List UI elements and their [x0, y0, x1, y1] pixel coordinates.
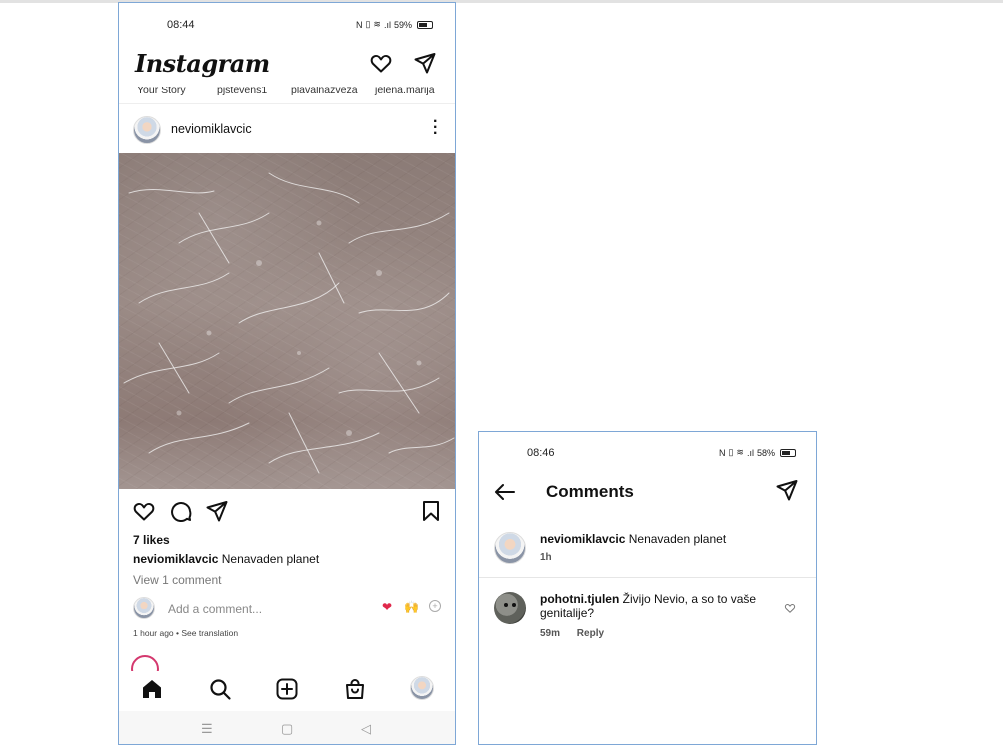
add-reaction-icon[interactable]: +: [429, 600, 441, 612]
post-photo[interactable]: [119, 153, 455, 489]
vibrate-icon: ▯: [728, 447, 734, 457]
caption-comment: neviomiklavcic Nenavaden planet 1h: [479, 532, 816, 572]
divider: [479, 577, 816, 578]
avatar: [133, 597, 155, 619]
comment-meta: 59m Reply: [540, 628, 618, 639]
comment-text: pohotni.tjulen Živijo Nevio, a so to vaš…: [540, 592, 780, 620]
instagram-logo[interactable]: Instagram: [135, 49, 270, 78]
post-timestamp: 1 hour ago • See translation: [133, 628, 238, 638]
comment-age: 59m: [540, 628, 561, 639]
status-time: 08:44: [167, 19, 195, 31]
comment-username[interactable]: neviomiklavcic: [540, 532, 625, 546]
hair-texture: [123, 172, 455, 474]
status-bar: 08:46 N ▯ ≋ .ıl 58%: [479, 432, 816, 472]
heart-icon[interactable]: [369, 51, 393, 75]
share-send-icon[interactable]: [205, 499, 229, 523]
divider: [119, 103, 455, 104]
signal-icon: .ıl: [746, 447, 754, 458]
comment-meta: 1h: [540, 552, 566, 563]
battery-icon: [417, 20, 433, 29]
add-comment-input[interactable]: Add a comment...: [168, 602, 262, 616]
comment-body: Nenavaden planet: [628, 532, 727, 546]
signal-icon: .ıl: [383, 19, 391, 30]
caption-text: Nenavaden planet: [221, 552, 320, 566]
comment-username[interactable]: pohotni.tjulen: [540, 592, 619, 606]
view-comments-link[interactable]: View 1 comment: [133, 573, 221, 587]
quick-reaction-heart[interactable]: ❤: [382, 600, 392, 614]
more-options-icon[interactable]: · · ·: [433, 114, 439, 142]
direct-message-icon[interactable]: [413, 51, 437, 75]
time-ago: 1 hour ago: [133, 628, 174, 638]
new-post-icon[interactable]: [275, 677, 299, 701]
like-heart-icon[interactable]: [132, 499, 156, 523]
feed-screenshot: 08:44 N ▯ ≋ .ıl 59% Instagram Your Story…: [118, 2, 456, 745]
nfc-icon: N: [355, 19, 363, 30]
status-icons: N ▯ ≋ .ıl 59%: [356, 19, 433, 30]
add-comment-row[interactable]: Add a comment... ❤ 🙌 +: [119, 597, 455, 621]
comment-age: 1h: [540, 552, 552, 563]
nfc-icon: N: [718, 447, 726, 458]
back-arrow-icon[interactable]: [493, 480, 517, 504]
status-icons: N ▯ ≋ .ıl 58%: [719, 447, 796, 458]
story-label[interactable]: pjstevens1: [217, 87, 267, 96]
story-label[interactable]: jelena.marija: [375, 87, 435, 96]
android-navigation-bar: ☰ ▢ ◁: [119, 711, 455, 744]
home-icon[interactable]: [140, 677, 164, 701]
comments-screenshot: 08:46 N ▯ ≋ .ıl 58% Comments neviomiklav…: [478, 431, 817, 745]
page-title: Comments: [546, 482, 634, 501]
comments-header: Comments: [479, 474, 816, 510]
likes-count[interactable]: 7 likes: [133, 533, 170, 547]
status-time: 08:46: [527, 447, 555, 459]
reply-button[interactable]: Reply: [577, 628, 604, 639]
recents-button[interactable]: ☰: [201, 721, 213, 737]
battery-percent: 59%: [393, 19, 412, 30]
story-label[interactable]: plavalnazveza: [291, 87, 358, 96]
direct-message-icon[interactable]: [775, 478, 799, 502]
shop-bag-icon[interactable]: [343, 677, 367, 701]
home-button[interactable]: ▢: [281, 721, 293, 737]
list-item: pohotni.tjulen Živijo Nevio, a so to vaš…: [479, 592, 816, 644]
battery-percent: 58%: [756, 447, 775, 458]
post-username[interactable]: neviomiklavcic: [171, 122, 252, 136]
bottom-navigation: [119, 671, 455, 709]
app-header: Instagram: [119, 43, 455, 87]
back-button[interactable]: ◁: [361, 721, 371, 737]
post-header: neviomiklavcic · · ·: [119, 113, 455, 147]
caption-username[interactable]: neviomiklavcic: [133, 552, 218, 566]
wifi-icon: ≋: [373, 19, 381, 29]
see-translation-link[interactable]: See translation: [181, 628, 238, 638]
battery-icon: [780, 448, 796, 457]
avatar[interactable]: [494, 592, 526, 624]
wifi-icon: ≋: [736, 447, 744, 457]
status-bar: 08:44 N ▯ ≋ .ıl 59%: [119, 3, 455, 43]
comment-text: neviomiklavcic Nenavaden planet: [540, 532, 780, 546]
avatar[interactable]: [133, 116, 161, 144]
search-icon[interactable]: [208, 677, 232, 701]
comment-like-heart-icon[interactable]: [784, 602, 796, 614]
post-caption: neviomiklavcic Nenavaden planet: [133, 552, 319, 566]
quick-reaction-hands[interactable]: 🙌: [404, 600, 419, 614]
avatar[interactable]: [494, 532, 526, 564]
stories-tray: Your Story pjstevens1 plavalnazveza jele…: [119, 87, 455, 99]
bookmark-icon[interactable]: [419, 499, 443, 523]
vibrate-icon: ▯: [365, 19, 371, 29]
comment-bubble-icon[interactable]: [169, 499, 193, 523]
story-label[interactable]: Your Story: [137, 87, 186, 96]
profile-avatar[interactable]: [410, 676, 434, 700]
post-actions: [119, 499, 455, 525]
